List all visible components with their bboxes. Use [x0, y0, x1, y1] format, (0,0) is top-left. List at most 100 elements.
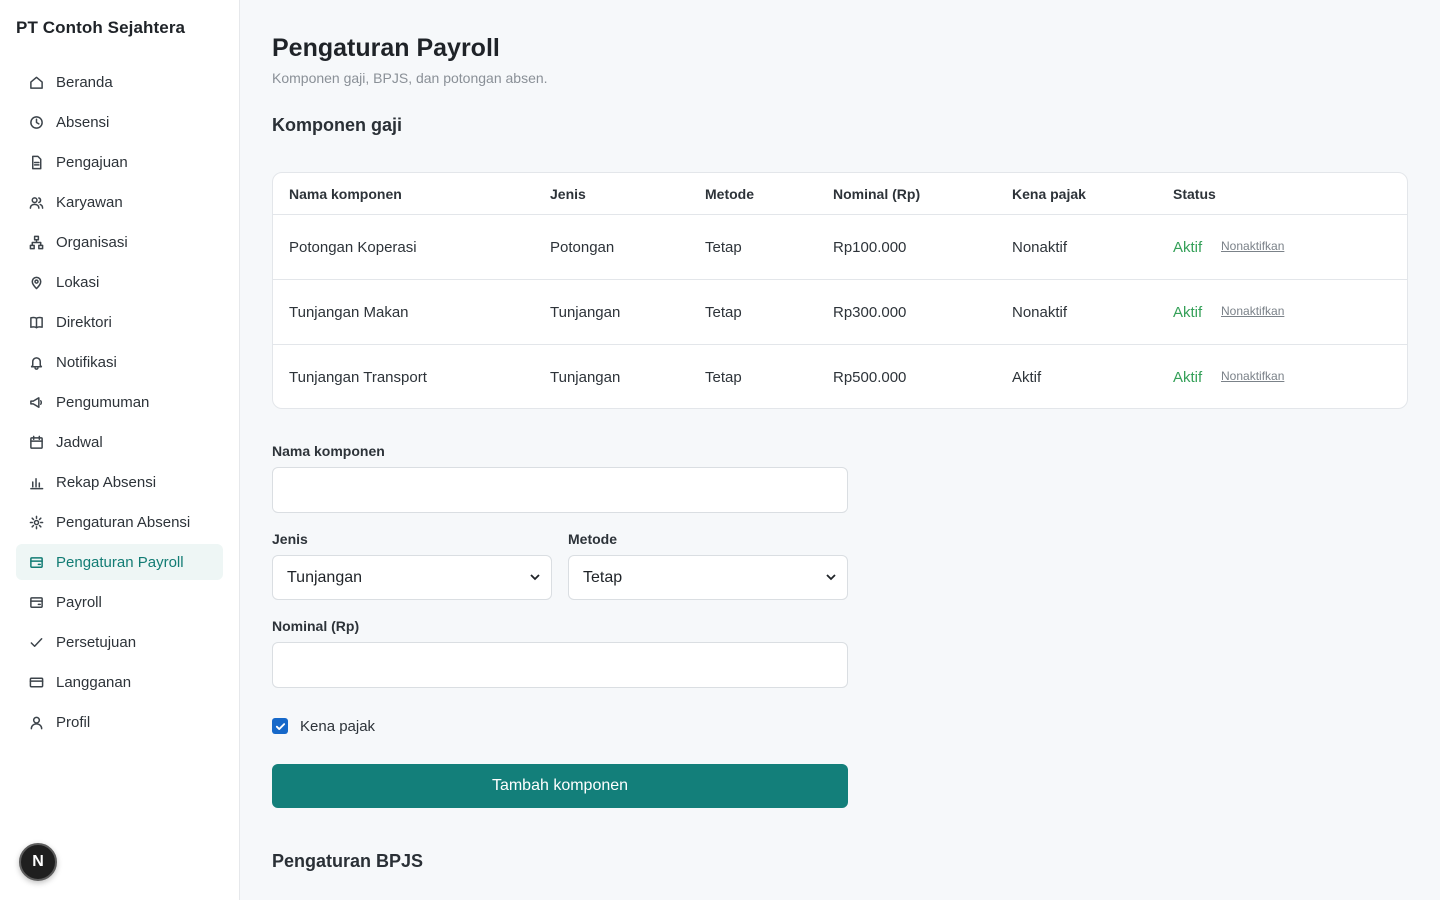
column-header: Kena pajak — [1012, 186, 1086, 202]
sidebar-item-langganan[interactable]: Langganan — [16, 664, 223, 700]
checkmark-icon — [275, 722, 285, 730]
sidebar-item-label: Pengumuman — [56, 393, 150, 411]
amount-label: Nominal (Rp) — [272, 618, 360, 634]
bar-chart-icon — [28, 474, 44, 490]
sidebar-item-label: Karyawan — [56, 193, 123, 211]
sidebar-item-label: Direktori — [56, 313, 112, 331]
column-header: Jenis — [550, 186, 586, 202]
sidebar-item-rekap-absensi[interactable]: Rekap Absensi — [16, 464, 223, 500]
type-select[interactable]: Tunjangan — [272, 555, 552, 600]
page-subtitle: Komponen gaji, BPJS, dan potongan absen. — [272, 70, 548, 86]
cell-amount: Rp300.000 — [833, 304, 907, 321]
sidebar-item-organisasi[interactable]: Organisasi — [16, 224, 223, 260]
sidebar-item-beranda[interactable]: Beranda — [16, 64, 223, 100]
section-title-komponen: Komponen gaji — [272, 115, 402, 135]
cell-type: Tunjangan — [550, 304, 621, 321]
cell-taxable: Aktif — [1012, 369, 1042, 386]
calendar-icon — [28, 434, 44, 450]
table-row: Potongan Koperasi Potongan Tetap Rp100.0… — [273, 215, 1407, 280]
sidebar-item-label: Rekap Absensi — [56, 473, 157, 491]
cell-taxable: Nonaktif — [1012, 304, 1068, 321]
avatar[interactable]: N — [19, 843, 57, 881]
taxable-label: Kena pajak — [300, 718, 376, 735]
sidebar-item-label: Persetujuan — [56, 633, 137, 651]
sidebar-item-absensi[interactable]: Absensi — [16, 104, 223, 140]
sidebar-item-persetujuan[interactable]: Persetujuan — [16, 624, 223, 660]
column-header: Metode — [705, 186, 754, 202]
sidebar: PT Contoh Sejahtera Beranda Absensi Peng… — [0, 0, 240, 900]
table-row: Tunjangan Transport Tunjangan Tetap Rp50… — [273, 345, 1407, 408]
home-icon — [28, 74, 44, 90]
sidebar-item-profil[interactable]: Profil — [16, 704, 223, 740]
map-pin-icon — [28, 274, 44, 290]
book-icon — [28, 314, 44, 330]
sidebar-item-pengajuan[interactable]: Pengajuan — [16, 144, 223, 180]
status-badge: Aktif — [1173, 369, 1203, 386]
cell-type: Potongan — [550, 239, 615, 256]
wallet-icon — [28, 594, 44, 610]
credit-card-icon — [28, 674, 44, 690]
sidebar-item-pengaturan-absensi[interactable]: Pengaturan Absensi — [16, 504, 223, 540]
sidebar-nav: Beranda Absensi Pengajuan Karyawan Organ… — [16, 64, 223, 744]
column-header: Nama komponen — [289, 186, 402, 202]
column-header: Nominal (Rp) — [833, 186, 921, 202]
add-component-button[interactable]: Tambah komponen — [272, 764, 848, 808]
amount-input[interactable] — [272, 642, 848, 688]
type-label: Jenis — [272, 531, 308, 547]
sidebar-item-direktori[interactable]: Direktori — [16, 304, 223, 340]
chevron-down-icon — [530, 574, 540, 581]
sidebar-item-label: Beranda — [56, 73, 113, 91]
sidebar-item-label: Organisasi — [56, 233, 128, 251]
page-title: Pengaturan Payroll — [272, 34, 500, 62]
sidebar-item-lokasi[interactable]: Lokasi — [16, 264, 223, 300]
bell-icon — [28, 354, 44, 370]
cell-amount: Rp100.000 — [833, 239, 907, 256]
status-badge: Aktif — [1173, 239, 1203, 256]
cell-name: Tunjangan Makan — [289, 304, 409, 321]
sidebar-item-label: Absensi — [56, 113, 110, 131]
sidebar-item-payroll[interactable]: Payroll — [16, 584, 223, 620]
table-row: Tunjangan Makan Tunjangan Tetap Rp300.00… — [273, 280, 1407, 345]
status-badge: Aktif — [1173, 304, 1203, 321]
components-table: Nama komponen Jenis Metode Nominal (Rp) … — [272, 172, 1408, 409]
clock-icon — [28, 114, 44, 130]
sidebar-item-label: Lokasi — [56, 273, 100, 291]
sidebar-item-pengaturan-payroll[interactable]: Pengaturan Payroll — [16, 544, 223, 580]
method-label: Metode — [568, 531, 617, 547]
cell-method: Tetap — [705, 369, 742, 386]
chevron-down-icon — [826, 574, 836, 581]
user-icon — [28, 714, 44, 730]
table-header: Nama komponen Jenis Metode Nominal (Rp) … — [273, 173, 1407, 215]
taxable-checkbox[interactable] — [272, 718, 288, 734]
wallet-icon — [28, 554, 44, 570]
cell-amount: Rp500.000 — [833, 369, 907, 386]
sidebar-item-karyawan[interactable]: Karyawan — [16, 184, 223, 220]
sidebar-item-notifikasi[interactable]: Notifikasi — [16, 344, 223, 380]
deactivate-link[interactable]: Nonaktifkan — [1221, 369, 1284, 383]
cell-type: Tunjangan — [550, 369, 621, 386]
method-select[interactable]: Tetap — [568, 555, 848, 600]
type-select-value: Tunjangan — [287, 568, 363, 586]
deactivate-link[interactable]: Nonaktifkan — [1221, 304, 1284, 318]
company-name: PT Contoh Sejahtera — [16, 18, 186, 37]
column-header: Status — [1173, 186, 1216, 202]
sidebar-item-label: Pengajuan — [56, 153, 128, 171]
component-name-input[interactable] — [272, 467, 848, 513]
sidebar-item-label: Payroll — [56, 593, 102, 611]
method-select-value: Tetap — [583, 568, 623, 586]
cell-taxable: Nonaktif — [1012, 239, 1068, 256]
check-icon — [28, 634, 44, 650]
cell-name: Potongan Koperasi — [289, 239, 417, 256]
sidebar-item-label: Pengaturan Payroll — [56, 553, 184, 571]
cell-name: Tunjangan Transport — [289, 369, 427, 386]
deactivate-link[interactable]: Nonaktifkan — [1221, 239, 1284, 253]
sidebar-item-pengumuman[interactable]: Pengumuman — [16, 384, 223, 420]
gear-icon — [28, 514, 44, 530]
sidebar-item-label: Langganan — [56, 673, 132, 691]
section-title-bpjs: Pengaturan BPJS — [272, 851, 424, 871]
sidebar-item-label: Pengaturan Absensi — [56, 513, 191, 531]
cell-method: Tetap — [705, 304, 742, 321]
org-chart-icon — [28, 234, 44, 250]
sidebar-item-jadwal[interactable]: Jadwal — [16, 424, 223, 460]
sidebar-item-label: Profil — [56, 713, 91, 731]
